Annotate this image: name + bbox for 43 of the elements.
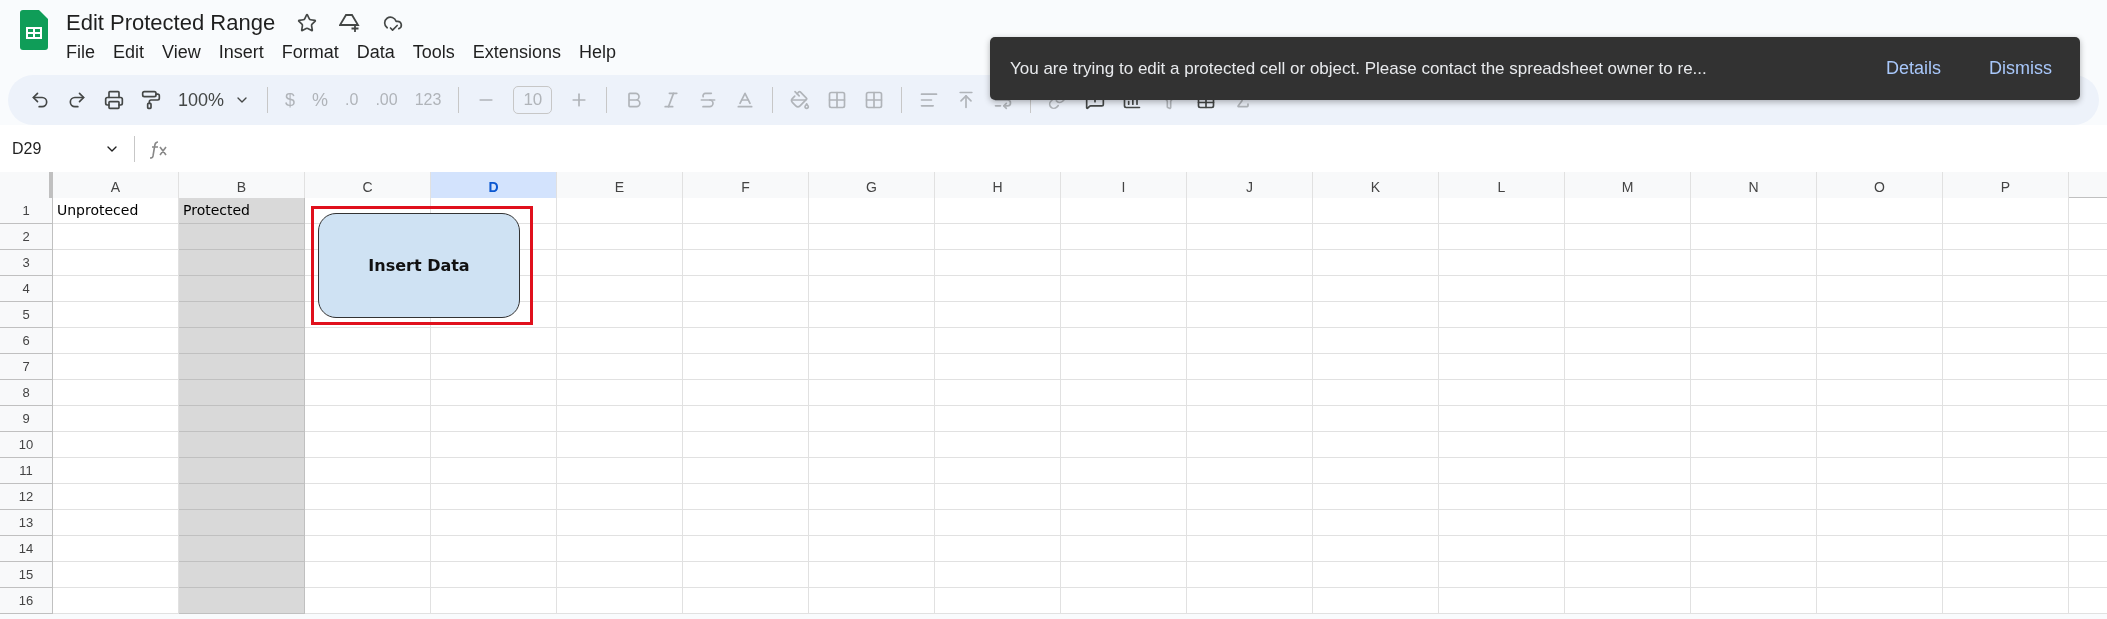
- row-header[interactable]: 11: [0, 458, 53, 484]
- row-header[interactable]: 16: [0, 588, 53, 614]
- toast-action[interactable]: Details: [1881, 54, 1945, 83]
- menu-item[interactable]: Help: [570, 40, 624, 65]
- print-icon[interactable]: [104, 90, 124, 110]
- row-header[interactable]: 10: [0, 432, 53, 458]
- sheets-logo-icon[interactable]: [20, 10, 48, 50]
- table-cell: Protected: [179, 198, 305, 224]
- redo-icon[interactable]: [67, 90, 87, 110]
- fill-color-icon[interactable]: [790, 90, 811, 110]
- row-header[interactable]: 9: [0, 406, 53, 432]
- row-header[interactable]: 15: [0, 562, 53, 588]
- row-header[interactable]: 12: [0, 484, 53, 510]
- menu-item[interactable]: Data: [348, 40, 403, 65]
- paint-roller-icon[interactable]: [141, 90, 161, 110]
- menu-item[interactable]: View: [154, 40, 209, 65]
- row-header[interactable]: 4: [0, 276, 53, 302]
- menu-item[interactable]: Insert: [210, 40, 272, 65]
- toast-action[interactable]: Dismiss: [1985, 54, 2056, 83]
- row-header[interactable]: 5: [0, 302, 53, 328]
- row-header[interactable]: 2: [0, 224, 53, 250]
- zoom-dropdown[interactable]: 100%: [178, 89, 251, 111]
- drive-plus-icon[interactable]: [339, 13, 362, 33]
- row-header[interactable]: 7: [0, 354, 53, 380]
- row-header[interactable]: 6: [0, 328, 53, 354]
- table-cell: Unproteced: [53, 198, 179, 224]
- undo-icon[interactable]: [30, 90, 50, 110]
- insert-data-shape[interactable]: Insert Data: [318, 213, 520, 318]
- row-header[interactable]: 3: [0, 250, 53, 276]
- star-icon[interactable]: [297, 13, 318, 33]
- row-header[interactable]: 13: [0, 510, 53, 536]
- row-header[interactable]: 8: [0, 380, 53, 406]
- row-header[interactable]: 14: [0, 536, 53, 562]
- menu-item[interactable]: Format: [273, 40, 347, 65]
- menu-item[interactable]: Tools: [404, 40, 463, 65]
- toast-message: You are trying to edit a protected cell or object. Please contact the spreadsheet owner to re...: [1010, 58, 1708, 79]
- row-header[interactable]: 1: [0, 198, 53, 224]
- menu-item[interactable]: Extensions: [464, 40, 569, 65]
- menu-item[interactable]: Edit: [105, 40, 153, 65]
- name-box[interactable]: D29: [12, 139, 120, 158]
- menu-item[interactable]: File: [58, 40, 103, 65]
- document-title[interactable]: Edit Protected Range: [66, 10, 276, 36]
- cloud-check-icon[interactable]: [383, 13, 404, 33]
